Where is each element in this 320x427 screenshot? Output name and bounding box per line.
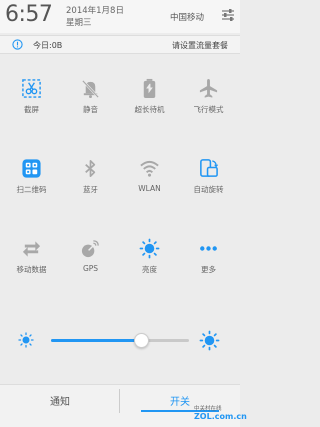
toggle-airplane-mode[interactable]: 飞行模式 xyxy=(181,68,236,123)
weekday-line: 星期三 xyxy=(66,18,92,28)
carrier-name: 中国移动 xyxy=(170,13,205,23)
toggle-label: 更多 xyxy=(201,265,216,274)
toggle-screenshot[interactable]: 截屏 xyxy=(4,68,59,123)
settings-sliders-icon[interactable] xyxy=(220,7,236,23)
tab-notifications[interactable]: 通知 xyxy=(0,385,120,427)
toggle-label: 飞行模式 xyxy=(193,105,224,114)
brightness-icon xyxy=(139,238,160,259)
toggle-brightness[interactable]: 亮度 xyxy=(122,228,177,283)
toggle-label: 超长待机 xyxy=(134,105,165,114)
tab-label: 通知 xyxy=(50,397,70,408)
toggle-wlan[interactable]: WLAN xyxy=(122,148,177,203)
airplane-icon xyxy=(199,78,218,98)
toggle-label: WLAN xyxy=(138,184,161,193)
toggle-label: 自动旋转 xyxy=(193,185,224,194)
auto-rotate-icon xyxy=(200,159,219,177)
brightness-low-icon xyxy=(18,332,34,348)
brightness-slider[interactable] xyxy=(51,339,189,342)
gps-icon xyxy=(81,240,99,258)
toggle-auto-rotate[interactable]: 自动旋转 xyxy=(181,148,236,203)
toggle-label: GPS xyxy=(82,264,99,273)
toggle-more[interactable]: 更多 xyxy=(181,228,236,283)
date: 2014年1月8日 星期三 xyxy=(66,5,124,29)
set-data-plan-link[interactable]: 请设置流量套餐 xyxy=(172,40,228,51)
toggle-label: 亮度 xyxy=(142,265,157,274)
watermark-logo-text: ZOL.com.cn xyxy=(194,412,247,421)
mute-icon xyxy=(81,80,100,99)
toggle-bluetooth[interactable]: 蓝牙 xyxy=(63,148,118,203)
brightness-slider-row xyxy=(0,320,240,360)
qr-scan-icon xyxy=(22,159,41,178)
toggle-label: 扫二维码 xyxy=(16,185,47,194)
brightness-slider-fill xyxy=(51,339,141,342)
brightness-slider-thumb[interactable] xyxy=(133,333,149,348)
toggle-battery-saver[interactable]: 超长待机 xyxy=(122,68,177,123)
toggle-label: 静音 xyxy=(83,105,98,114)
toggle-mobile-data[interactable]: 移动数据 xyxy=(4,228,59,283)
brightness-high-icon xyxy=(199,330,220,351)
data-usage-bar[interactable]: 今日:0B 请设置流量套餐 xyxy=(0,35,240,54)
toggle-label: 移动数据 xyxy=(16,265,47,274)
mobile-data-icon xyxy=(22,241,41,257)
more-icon xyxy=(200,246,217,251)
toggle-gps[interactable]: GPS xyxy=(63,228,118,283)
clock-time: 6:57 xyxy=(5,2,53,27)
bluetooth-icon xyxy=(85,160,96,177)
toggle-label: 截屏 xyxy=(24,105,39,114)
watermark-top-text: 中关村在线 xyxy=(194,406,222,412)
wifi-icon xyxy=(140,160,159,177)
data-usage-today: 今日:0B xyxy=(33,41,63,50)
toggle-mute[interactable]: 静音 xyxy=(63,68,118,123)
battery-saver-icon xyxy=(143,78,156,99)
watermark: 中关村在线 ZOL.com.cn xyxy=(194,404,247,427)
screenshot-icon xyxy=(22,79,41,98)
info-icon xyxy=(12,39,23,50)
toggle-label: 蓝牙 xyxy=(83,185,98,194)
toggle-qr-scan[interactable]: 扫二维码 xyxy=(4,148,59,203)
date-line: 2014年1月8日 xyxy=(66,6,124,16)
status-bar: 6:57 2014年1月8日 星期三 中国移动 xyxy=(0,0,240,33)
